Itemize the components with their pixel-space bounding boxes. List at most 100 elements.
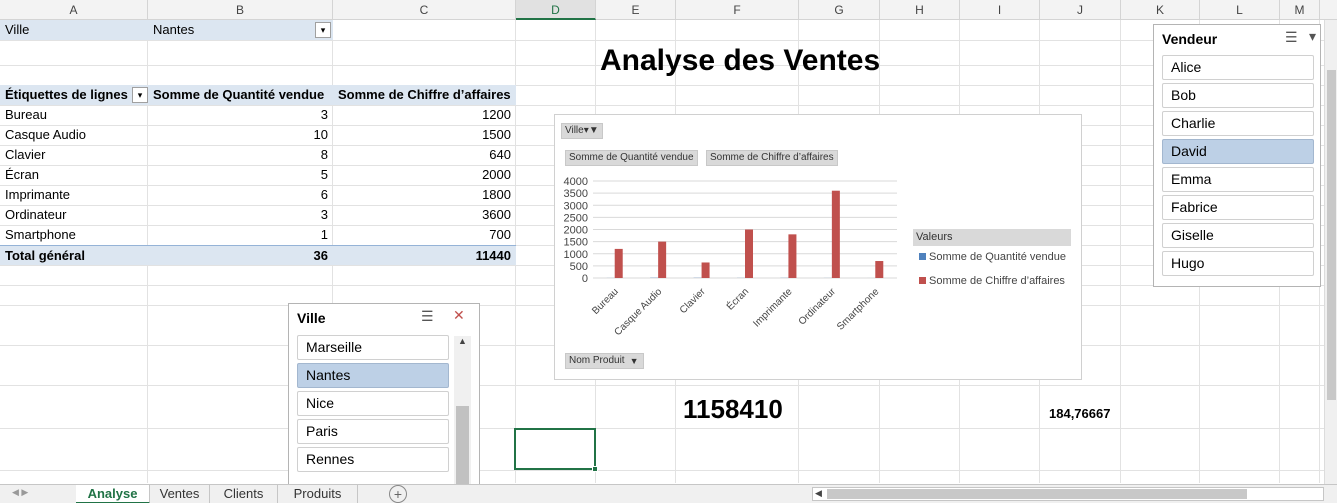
slicer-item[interactable]: Hugo [1162,251,1314,276]
pivot-cell-qty: 8 [320,147,328,162]
pivot-cell-qty: 1 [320,227,328,242]
column-header-H[interactable]: H [880,0,960,20]
scroll-left-icon[interactable]: ◀ [815,488,822,499]
filter-value[interactable]: Nantes [148,20,333,40]
sheet-tab-clients[interactable]: Clients [210,485,278,503]
y-tick-label: 3500 [564,188,588,200]
pivot-cell-qty: 3 [320,207,328,222]
slicer-item[interactable]: Nantes [297,363,449,388]
slicer-vendeur[interactable]: Vendeur ☰ ▾ Alice Bob Charlie David Emma Fabr… [1153,24,1321,287]
slicer-ville-title: Ville [297,310,326,326]
column-header-F[interactable]: F [676,0,799,20]
pivot-total-label: Total général [0,245,148,265]
legend-label: Somme de Quantité vendue [929,251,1066,263]
slicer-item[interactable]: David [1162,139,1314,164]
pivot-cell-ca: 3600 [482,207,511,222]
slicer-item[interactable]: Emma [1162,167,1314,192]
slicer-item[interactable]: Nice [297,391,449,416]
clear-filter-icon[interactable]: ▾ [1309,28,1316,45]
pivot-cell-ca: 1200 [482,107,511,122]
gridline-horizontal [0,428,1337,429]
row-labels-dropdown-icon[interactable]: ▾ [132,87,148,103]
horizontal-scrollbar[interactable]: ◀ [812,487,1324,501]
filter-funnel-icon[interactable]: ▾ [315,22,331,38]
slicer-item[interactable]: Alice [1162,55,1314,80]
column-header-K[interactable]: K [1121,0,1200,20]
pivot-cell-label: Écran [5,167,39,182]
column-header-J[interactable]: J [1040,0,1121,20]
dashboard-title: Analyse des Ventes [600,44,881,77]
gridline-horizontal [0,470,1337,471]
sheet-tab-analyse[interactable]: Analyse [76,485,150,503]
sheet-tab-produits[interactable]: Produits [278,485,358,503]
column-header-M[interactable]: M [1280,0,1320,20]
x-tick-label: Clavier [678,286,708,316]
slicer-ville-scrollbar[interactable]: ▲ [454,336,471,486]
column-header-G[interactable]: G [799,0,880,20]
slicer-item[interactable]: Giselle [1162,223,1314,248]
chart-product-axis-button[interactable]: Nom Produit ▼ [565,353,644,369]
pivot-cell-ca: 1800 [482,187,511,202]
pivot-cell-ca: 640 [489,147,511,162]
pivot-total-qty: 36 [148,245,333,265]
pivot-cell-qty: 3 [320,107,328,122]
y-tick-label: 2000 [564,225,588,237]
legend-entry: Somme de Chiffre d’affaires [919,275,1065,287]
pivot-cell-ca: 700 [489,227,511,242]
pivot-cell-qty: 6 [320,187,328,202]
pivot-total-ca: 11440 [333,245,516,265]
y-tick-label: 4000 [564,176,588,188]
column-header-D[interactable]: D [516,0,596,20]
tab-scroll-left-icon[interactable]: ◀ ▶ [12,487,28,498]
bar-ca [788,234,797,278]
sheet-tab-bar: ◀ ▶ Analyse Ventes Clients Produits + ◀ [0,484,1337,503]
slicer-item[interactable]: Bob [1162,83,1314,108]
pivot-cell-ca: 2000 [482,167,511,182]
slicer-item[interactable]: Rennes [297,447,449,472]
pivot-cell-ca: 1500 [482,127,511,142]
slicer-item[interactable]: Charlie [1162,111,1314,136]
bar-ca [614,248,623,278]
gridline-vertical [1120,20,1121,483]
scrollbar-thumb[interactable] [456,406,469,486]
slicer-item[interactable]: Paris [297,419,449,444]
plus-circle-icon[interactable]: + [389,485,407,503]
pivot-chart[interactable]: Ville ▾▼ Somme de Quantité vendue Somme … [554,114,1082,380]
x-tick-label: Bureau [590,286,621,317]
slicer-ville[interactable]: Ville ☰ ✕ Marseille Nantes Nice Paris Rennes… [288,303,480,488]
column-header-C[interactable]: C [333,0,516,20]
chart-product-axis-label: Nom Produit [569,355,625,366]
column-header-L[interactable]: L [1200,0,1280,20]
slicer-item[interactable]: Marseille [297,335,449,360]
gridline-horizontal [0,40,1337,41]
legend-label: Somme de Chiffre d’affaires [929,275,1065,287]
bar-ca [658,241,667,278]
column-header-I[interactable]: I [960,0,1040,20]
pivot-header-ca: Somme de Chiffre d’affaires [333,85,516,105]
clear-filter-icon[interactable]: ✕ [453,307,465,324]
bar-ca [745,229,753,278]
column-header-A[interactable]: A [0,0,148,20]
x-tick-label: Imprimante [751,286,794,329]
filter-value-label: Nantes [153,22,195,37]
sheet-tab-ventes[interactable]: Ventes [150,485,210,503]
column-header-B[interactable]: B [148,0,333,20]
bar-ca [701,262,710,278]
multi-select-icon[interactable]: ☰ [421,308,434,325]
bar-ca [831,190,840,278]
y-tick-label: 1500 [564,237,588,249]
x-tick-label: Smartphone [835,286,882,333]
multi-select-icon[interactable]: ☰ [1285,29,1298,46]
active-cell[interactable] [514,428,598,472]
scroll-up-icon[interactable]: ▲ [454,336,471,350]
vertical-scrollbar-thumb[interactable] [1327,70,1336,400]
legend-swatch [919,277,926,284]
pivot-cell-label: Casque Audio [5,127,86,142]
fill-handle[interactable] [592,466,598,472]
bar-ca [875,261,884,278]
horizontal-scrollbar-thumb[interactable] [827,489,1247,499]
column-header-E[interactable]: E [596,0,676,20]
slicer-item[interactable]: Fabrice [1162,195,1314,220]
filter-field-label: Ville [0,20,148,40]
vertical-scrollbar[interactable] [1324,20,1337,484]
